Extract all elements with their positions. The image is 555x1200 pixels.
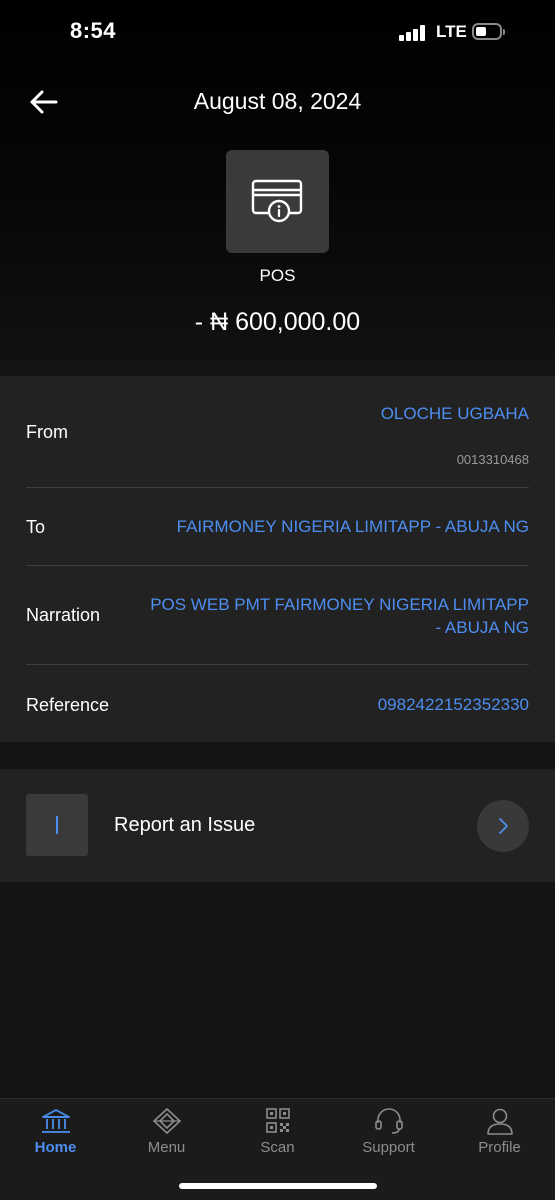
from-account-number: 0013310468 [456,452,529,467]
detail-row-to: To FAIRMONEY NIGERIA LIMITAPP - ABUJA NG [26,515,529,545]
report-issue-icon [26,794,88,856]
divider [26,565,529,566]
nav-item-profile[interactable]: Profile [444,1099,555,1169]
narration-line-1: POS WEB PMT FAIRMONEY NIGERIA LIMITAPP [150,595,529,614]
report-issue-label: Report an Issue [114,814,256,836]
page-title: August 08, 2024 [193,88,362,114]
nav-label-support: Support [362,1139,415,1156]
nav-label-profile: Profile [478,1139,521,1156]
user-icon [487,1108,513,1135]
detail-row-from: From OLOCHE UGBAHA 0013310468 [26,402,529,470]
to-value: FAIRMONEY NIGERIA LIMITAPP - ABUJA NG [176,517,529,536]
nav-label-menu: Menu [147,1139,186,1156]
chevron-right-icon [499,818,508,834]
divider [26,487,529,488]
transaction-detail-screen: 8:54 LTE August 08, 2024 POS - ₦ 600,000… [0,0,555,1200]
nav-item-home[interactable]: Home [0,1099,111,1169]
bank-icon [42,1109,70,1133]
battery-icon [472,23,505,40]
network-type: LTE [436,22,467,41]
divider [26,664,529,665]
home-indicator[interactable] [179,1183,377,1189]
narration-line-2: - ABUJA NG [435,618,529,637]
nav-item-scan[interactable]: Scan [222,1099,333,1169]
card-info-icon [251,179,303,223]
to-label: To [26,517,46,537]
from-name: OLOCHE UGBAHA [380,404,529,423]
from-label: From [26,422,68,442]
narration-label: Narration [26,605,101,625]
transaction-amount: - ₦ 600,000.00 [194,308,361,336]
report-issue-chevron-button[interactable] [477,800,529,852]
nav-label-scan: Scan [260,1139,295,1156]
signal-strength-icon [399,25,429,41]
detail-row-reference: Reference 0982422152352330 [26,693,529,723]
nav-item-support[interactable]: Support [333,1099,444,1169]
nav-item-menu[interactable]: Menu [111,1099,222,1169]
status-time: 8:54 [70,18,117,43]
transaction-type-label: POS [259,266,296,285]
detail-row-narration: Narration POS WEB PMT FAIRMONEY NIGERIA … [26,593,529,643]
reference-label: Reference [26,695,110,715]
pos-type-tile [226,150,329,253]
reference-value[interactable]: 0982422152352330 [378,693,529,716]
diamond-icon [152,1107,182,1135]
nav-label-home: Home [34,1139,77,1156]
qr-code-icon [266,1108,290,1133]
transaction-details-card: From OLOCHE UGBAHA 0013310468 To FAIRMON… [0,376,555,742]
headset-icon [375,1108,403,1134]
report-issue-button[interactable]: Report an Issue [0,769,555,882]
